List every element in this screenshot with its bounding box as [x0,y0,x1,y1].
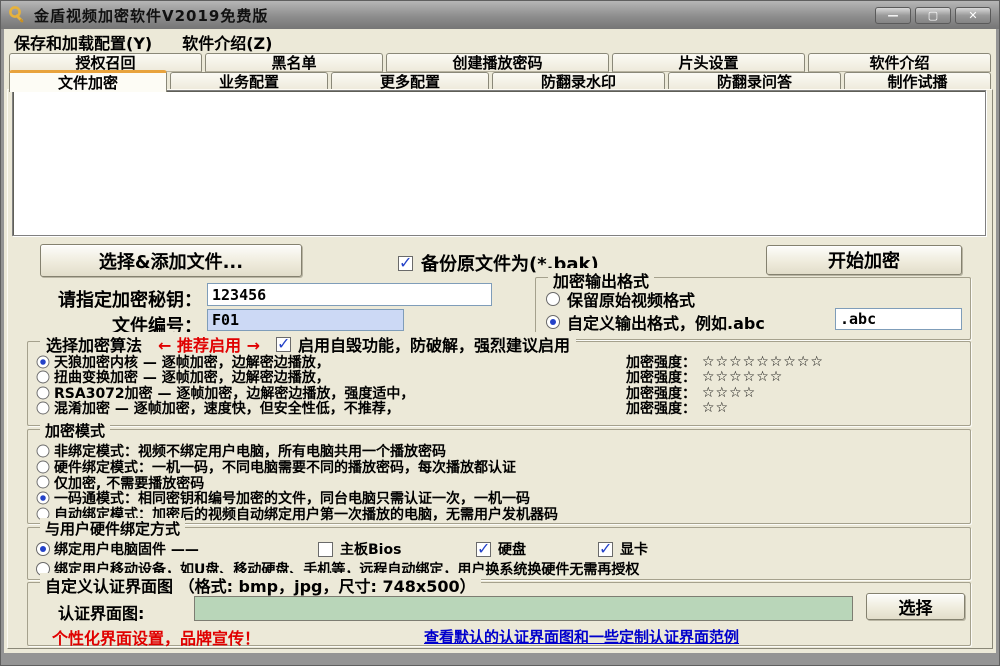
harddisk-label: 硬盘 [498,539,526,559]
keep-original-format-radio[interactable] [546,292,560,306]
extension-input[interactable] [835,308,962,330]
gpu-checkbox[interactable] [598,542,613,557]
choose-image-button[interactable]: 选择 [866,593,965,620]
hardware-bind-group-title: 与用户硬件绑定方式 [40,518,185,539]
harddisk-checkbox[interactable] [476,542,491,557]
harddisk-checkbox-row[interactable]: 硬盘 [476,539,526,559]
tab-intro-settings[interactable]: 片头设置 [612,53,805,72]
mode-group: 加密模式 非绑定模式：视频不绑定用户电脑，所有电脑共用一个播放密码 硬件绑定模式… [27,429,971,524]
custom-format-radio[interactable] [546,315,560,329]
algorithm-radio-obfuscate[interactable] [37,402,50,415]
tab-blacklist[interactable]: 黑名单 [205,53,383,72]
mode-radio-encrypt-only[interactable] [37,476,50,489]
mode-radio-unbound[interactable] [37,444,50,457]
custom-format-option[interactable]: 自定义输出格式，例如.abc [546,310,765,334]
tab-software-intro[interactable]: 软件介绍 [808,53,991,72]
file-encryption-page: 选择&添加文件... 备份原文件为(*.bak) 开始加密 请指定加密秘钥： 文… [7,89,993,649]
mode-radio-one-pass[interactable] [37,492,50,505]
tab-file-encryption[interactable]: 文件加密 [9,70,167,92]
gpu-checkbox-row[interactable]: 显卡 [598,539,648,559]
close-button[interactable]: ✕ [955,7,991,24]
promo-text: 个性化界面设置，品牌宣传！ [52,625,260,649]
file-list[interactable] [12,90,986,236]
mode-group-title: 加密模式 [40,420,110,441]
backup-checkbox[interactable] [398,256,413,271]
client-area: 保存和加载配置(Y) 软件介绍(Z) 授权召回 黑名单 创建播放密码 片头设置 … [4,29,996,653]
self-destruct-checkbox[interactable] [276,337,291,352]
output-format-group: 加密输出格式 保留原始视频格式 自定义输出格式，例如.abc [535,277,971,340]
gpu-label: 显卡 [620,539,648,559]
bind-firmware-radio[interactable] [36,542,50,556]
window-title: 金盾视频加密软件V2019免费版 [34,5,871,26]
keep-original-format-label: 保留原始视频格式 [567,287,695,311]
keep-original-format-option[interactable]: 保留原始视频格式 [546,287,695,311]
auth-image-label: 认证界面图: [58,600,144,624]
menu-software-intro[interactable]: 软件介绍(Z) [182,30,272,54]
title-bar[interactable]: 金盾视频加密软件V2019免费版 — ▢ ✕ [1,1,999,29]
algorithm-option-obfuscate[interactable]: 混淆加密 — 逐帧加密，速度快，但安全性低，不推荐， 加密强度： ☆☆ [36,401,962,417]
bios-label: 主板Bios [340,539,401,559]
strength-label: 加密强度： [626,398,696,418]
mode-options: 非绑定模式：视频不绑定用户电脑，所有电脑共用一个播放密码 硬件绑定模式：一机一码… [36,443,558,522]
bios-checkbox[interactable] [318,542,333,557]
algorithm-options: 天狼加密内核 — 逐帧加密，边解密边播放， 加密强度： ☆☆☆☆☆☆☆☆☆ 扭曲… [36,354,962,416]
algorithm-radio-twist[interactable] [37,371,50,384]
start-encryption-button[interactable]: 开始加密 [766,245,962,275]
auth-image-input[interactable] [194,596,853,621]
bind-firmware-label: 绑定用户电脑固件 —— [54,539,199,559]
algorithm-radio-rsa3072[interactable] [37,386,50,399]
menu-save-load-config[interactable]: 保存和加载配置(Y) [14,30,152,54]
bind-firmware-option[interactable]: 绑定用户电脑固件 —— [36,539,199,559]
auth-image-examples-link[interactable]: 查看默认的认证界面图和一些定制认证界面范例 [424,626,739,647]
algorithm-label: 混淆加密 — 逐帧加密，速度快，但安全性低，不推荐， [54,398,626,418]
auth-image-group-title: 自定义认证界面图 （格式: bmp，jpg，尺寸: 748x500） [40,573,481,597]
minimize-button[interactable]: — [875,7,911,24]
app-window: 金盾视频加密软件V2019免费版 — ▢ ✕ 保存和加载配置(Y) 软件介绍(Z… [0,0,1000,666]
custom-format-label: 自定义输出格式，例如.abc [567,310,765,334]
add-files-button[interactable]: 选择&添加文件... [40,244,302,277]
file-number-input[interactable] [207,309,404,331]
algorithm-radio-tianlang[interactable] [37,355,50,368]
app-icon [9,6,27,24]
encryption-key-label: 请指定加密秘钥： [26,286,202,312]
tab-create-play-password[interactable]: 创建播放密码 [386,53,609,72]
mode-radio-hardware-bound[interactable] [37,460,50,473]
strength-stars: ☆☆ [702,400,729,416]
tab-strip: 授权召回 黑名单 创建播放密码 片头设置 软件介绍 文件加密 业务配置 更多配置… [4,53,996,91]
menu-bar: 保存和加载配置(Y) 软件介绍(Z) [4,29,996,53]
bios-checkbox-row[interactable]: 主板Bios [318,539,401,559]
encryption-key-input[interactable] [207,283,492,306]
maximize-button[interactable]: ▢ [915,7,951,24]
algorithm-group: 选择加密算法 ← 推荐启用 → 启用自毁功能，防破解，强烈建议启用 天狼加密内核… [27,341,971,426]
auth-image-group: 自定义认证界面图 （格式: bmp，jpg，尺寸: 748x500） 认证界面图… [27,582,971,646]
strength-row: 加密强度： ☆☆ [626,398,729,418]
